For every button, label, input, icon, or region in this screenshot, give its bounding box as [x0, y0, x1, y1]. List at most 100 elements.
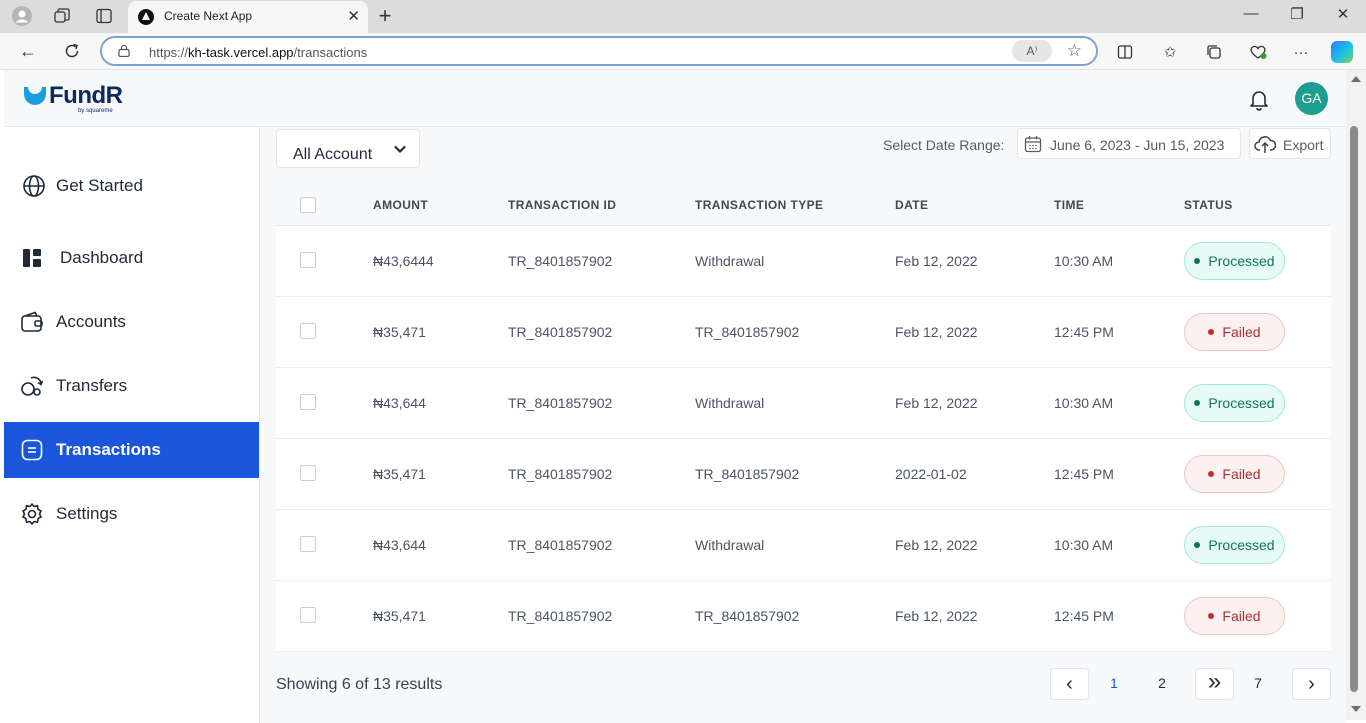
date-range-picker[interactable]: June 6, 2023 - Jun 15, 2023 [1017, 128, 1241, 159]
workspaces-icon[interactable] [48, 4, 76, 28]
row-checkbox[interactable] [300, 252, 316, 268]
sidebar-item-transfers[interactable]: Transfers [4, 358, 259, 414]
row-checkbox[interactable] [300, 323, 316, 339]
scroll-up-icon[interactable] [1351, 76, 1361, 82]
status-dot-icon [1194, 400, 1201, 407]
amount-cell: ₦43,6444 [373, 253, 434, 269]
copilot-icon[interactable] [1331, 41, 1353, 63]
date-range-value: June 6, 2023 - Jun 15, 2023 [1050, 137, 1225, 153]
read-aloud-icon[interactable]: A⁾ [1012, 40, 1052, 62]
sidebar-item-dashboard[interactable]: Dashboard [4, 230, 259, 286]
sidebar-item-accounts[interactable]: Accounts [4, 294, 259, 350]
status-dot-icon [1208, 329, 1215, 336]
lock-icon[interactable] [118, 44, 130, 57]
table-header: AMOUNT TRANSACTION ID TRANSACTION TYPE D… [276, 184, 1331, 226]
transaction-type-cell: Withdrawal [695, 395, 765, 411]
select-all-checkbox[interactable] [300, 197, 316, 213]
transfer-icon [20, 374, 44, 398]
prev-page-button[interactable]: ‹ [1050, 668, 1089, 700]
amount-cell: ₦43,644 [373, 537, 426, 553]
refresh-icon[interactable] [59, 39, 85, 63]
address-bar[interactable]: https://kh-task.vercel.app/transactions … [100, 36, 1098, 66]
sidebar-item-settings[interactable]: Settings [4, 486, 259, 542]
next-page-button[interactable]: › [1292, 668, 1331, 700]
table-row[interactable]: ₦35,471 TR_8401857902 TR_8401857902 Feb … [276, 581, 1331, 652]
table-row[interactable]: ₦35,471 TR_8401857902 TR_8401857902 Feb … [276, 297, 1331, 368]
page-7-button[interactable]: 7 [1242, 668, 1274, 700]
minimize-icon[interactable]: — [1239, 5, 1263, 22]
globe-icon [22, 174, 46, 198]
restore-icon[interactable]: ❐ [1285, 5, 1309, 23]
table-row[interactable]: ₦43,644 TR_8401857902 Withdrawal Feb 12,… [276, 368, 1331, 439]
export-label: Export [1283, 137, 1324, 153]
row-checkbox[interactable] [300, 394, 316, 410]
time-cell: 12:45 PM [1054, 466, 1114, 482]
tab-active[interactable]: Create Next App ✕ [128, 1, 368, 33]
window-close-icon[interactable]: ✕ [1331, 5, 1355, 23]
transactions-icon [20, 438, 44, 462]
column-header-status: STATUS [1184, 198, 1233, 212]
nextjs-favicon-icon [138, 9, 154, 25]
page-2-button[interactable]: 2 [1146, 668, 1178, 700]
date-cell: Feb 12, 2022 [895, 324, 978, 340]
dashboard-icon [20, 246, 44, 270]
sidebar-item-label: Settings [56, 504, 118, 523]
split-screen-icon[interactable] [1113, 40, 1137, 64]
scroll-thumb[interactable] [1350, 126, 1358, 692]
jump-forward-button[interactable]: » [1195, 668, 1234, 700]
account-select[interactable]: All Account [276, 129, 420, 168]
avatar[interactable]: GA [1295, 82, 1328, 115]
results-summary: Showing 6 of 13 results [276, 676, 443, 693]
back-icon[interactable]: ← [15, 39, 41, 63]
transaction-type-cell: Withdrawal [695, 537, 765, 553]
transaction-type-cell: TR_8401857902 [695, 608, 800, 624]
column-header-date: DATE [895, 198, 929, 212]
table-row[interactable]: ₦43,644 TR_8401857902 Withdrawal Feb 12,… [276, 510, 1331, 581]
transaction-id-cell: TR_8401857902 [508, 324, 613, 340]
collections-icon[interactable] [1202, 40, 1226, 64]
address-url[interactable]: https://kh-task.vercel.app/transactions [149, 45, 367, 60]
browser-toolbar: ← https://kh-task.vercel.app/transaction… [0, 33, 1366, 70]
time-cell: 12:45 PM [1054, 324, 1114, 340]
new-tab-button[interactable]: + [373, 3, 397, 29]
sidebar-item-label: Transactions [56, 440, 161, 459]
status-badge: Failed [1184, 455, 1285, 493]
browser-essentials-icon[interactable] [1246, 40, 1270, 64]
page-scrollbar[interactable] [1346, 70, 1366, 720]
status-dot-icon [1194, 258, 1201, 265]
calendar-icon [1024, 136, 1042, 153]
row-checkbox[interactable] [300, 465, 316, 481]
sidebar-item-get-started[interactable]: Get Started [4, 158, 259, 214]
transaction-id-cell: TR_8401857902 [508, 537, 613, 553]
more-menu-icon[interactable]: ··· [1289, 40, 1313, 64]
scroll-down-icon[interactable] [1351, 706, 1361, 712]
sidebar-item-label: Accounts [56, 312, 126, 331]
status-dot-icon [1208, 613, 1215, 620]
table-row[interactable]: ₦35,471 TR_8401857902 TR_8401857902 2022… [276, 439, 1331, 510]
page-1-button[interactable]: 1 [1098, 668, 1130, 700]
fundr-logo-mark-icon [24, 84, 46, 105]
tab-close-icon[interactable]: ✕ [347, 7, 360, 25]
date-range-label: Select Date Range: [883, 137, 1005, 153]
tab-title: Create Next App [164, 9, 253, 23]
row-checkbox[interactable] [300, 536, 316, 552]
main-content: All Account Select Date Range: June 6, 2… [260, 127, 1346, 723]
sidebar-item-transactions[interactable]: Transactions [4, 422, 259, 478]
row-checkbox[interactable] [300, 607, 316, 623]
favorites-icon[interactable]: ✩ [1158, 40, 1182, 64]
profile-icon[interactable] [8, 4, 36, 28]
transaction-type-cell: TR_8401857902 [695, 324, 800, 340]
date-cell: Feb 12, 2022 [895, 395, 978, 411]
table-row[interactable]: ₦43,6444 TR_8401857902 Withdrawal Feb 12… [276, 226, 1331, 297]
transaction-id-cell: TR_8401857902 [508, 253, 613, 269]
notification-bell-icon[interactable] [1247, 87, 1271, 111]
sidebar-item-label: Dashboard [60, 248, 144, 267]
time-cell: 10:30 AM [1054, 537, 1114, 553]
export-button[interactable]: Export [1249, 128, 1331, 159]
tab-actions-icon[interactable] [90, 4, 118, 28]
favorite-star-icon[interactable]: ☆ [1067, 41, 1082, 61]
fundr-logo[interactable]: FundR by squareme [24, 82, 134, 114]
transaction-type-cell: Withdrawal [695, 253, 765, 269]
account-select-value: All Account [293, 146, 373, 163]
app-header: FundR by squareme GA [4, 70, 1346, 127]
